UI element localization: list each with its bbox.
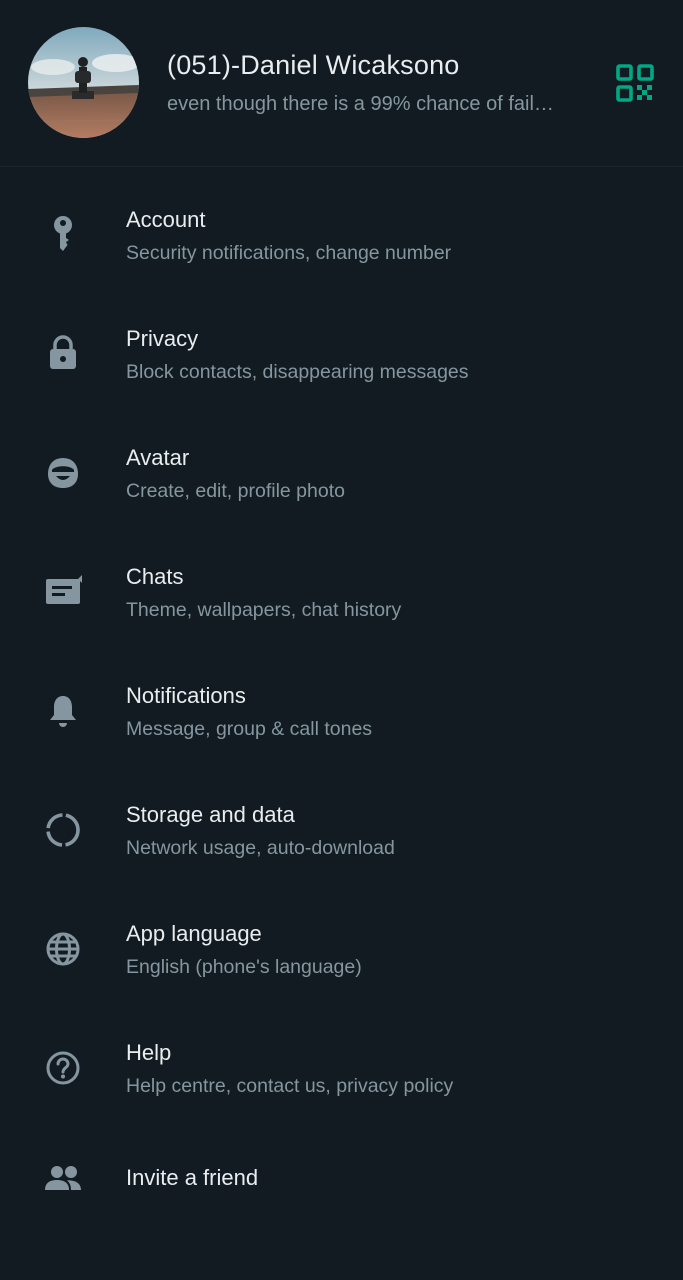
bell-icon: [40, 688, 86, 734]
settings-screen: (051)-Daniel Wicaksono even though there…: [0, 0, 683, 1280]
qr-code-button[interactable]: [604, 52, 666, 114]
setting-help[interactable]: Help Help centre, contact us, privacy po…: [0, 999, 683, 1118]
setting-storage[interactable]: Storage and data Network usage, auto-dow…: [0, 761, 683, 880]
setting-title: Chats: [126, 564, 184, 589]
people-icon: [40, 1156, 86, 1202]
setting-avatar[interactable]: Avatar Create, edit, profile photo: [0, 404, 683, 523]
setting-title: Storage and data: [126, 802, 295, 827]
setting-invite-friend[interactable]: Invite a friend: [0, 1118, 683, 1237]
setting-chats[interactable]: Chats Theme, wallpapers, chat history: [0, 523, 683, 642]
help-icon: [40, 1045, 86, 1091]
storage-circle-icon: [40, 807, 86, 853]
setting-subtitle: English (phone's language): [126, 956, 362, 978]
globe-icon: [40, 926, 86, 972]
setting-title: Account: [126, 207, 206, 232]
setting-subtitle: Message, group & call tones: [126, 718, 373, 740]
setting-title: Help: [126, 1040, 172, 1065]
chat-icon: [40, 568, 86, 614]
profile-header[interactable]: (051)-Daniel Wicaksono even though there…: [0, 0, 683, 167]
avatar-face-icon: [40, 450, 86, 496]
setting-subtitle: Network usage, auto-download: [126, 837, 395, 859]
setting-title: Notifications: [126, 683, 246, 708]
avatar[interactable]: [28, 27, 139, 138]
setting-account[interactable]: Account Security notifications, change n…: [0, 166, 683, 285]
profile-about: even though there is a 99% chance of fai…: [167, 93, 559, 115]
setting-title: Avatar: [126, 445, 190, 470]
setting-subtitle: Security notifications, change number: [126, 242, 452, 264]
setting-notifications[interactable]: Notifications Message, group & call tone…: [0, 642, 683, 761]
qr-code-icon: [616, 64, 654, 102]
setting-subtitle: Block contacts, disappearing messages: [126, 361, 469, 383]
setting-title: App language: [126, 921, 262, 946]
lock-icon: [40, 330, 86, 376]
key-icon: [40, 211, 86, 257]
setting-subtitle: Help centre, contact us, privacy policy: [126, 1075, 454, 1097]
setting-privacy[interactable]: Privacy Block contacts, disappearing mes…: [0, 285, 683, 404]
setting-title: Invite a friend: [126, 1165, 259, 1190]
setting-app-language[interactable]: App language English (phone's language): [0, 880, 683, 999]
setting-subtitle: Create, edit, profile photo: [126, 480, 345, 502]
profile-photo: [28, 27, 139, 138]
setting-title: Privacy: [126, 326, 199, 351]
setting-subtitle: Theme, wallpapers, chat history: [126, 599, 402, 621]
profile-name: (051)-Daniel Wicaksono: [167, 50, 460, 80]
